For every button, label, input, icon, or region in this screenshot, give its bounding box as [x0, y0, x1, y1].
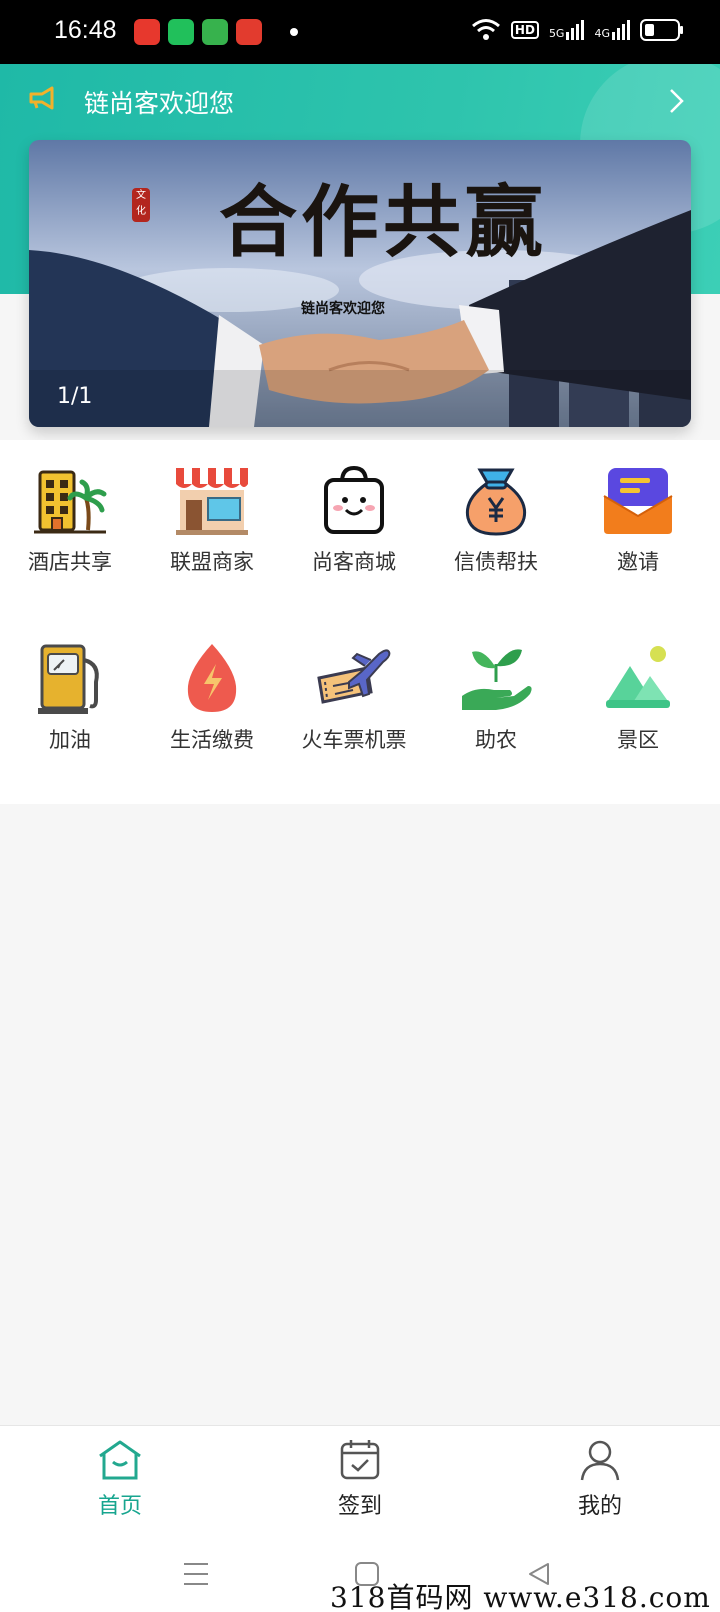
shopping-bag-icon [324, 465, 384, 534]
ticket-plane-icon [317, 649, 391, 704]
menu-label: 酒店共享 [28, 550, 112, 574]
notice-bar[interactable]: 链尚客欢迎您 [0, 64, 720, 136]
signal-5g: 5G [549, 20, 585, 40]
phone-app-icon [168, 19, 194, 45]
signal-4g: 4G [594, 20, 630, 40]
banner-seal: 文化 [132, 188, 150, 222]
banner-page-counter: 1/1 [57, 384, 93, 409]
menu-icon[interactable] [182, 1561, 210, 1587]
menu-label: 联盟商家 [170, 550, 254, 574]
tab-label: 首页 [97, 1494, 142, 1519]
calendar-check-icon [340, 1440, 380, 1480]
promo-banner[interactable]: 文化 合作共赢 链尚客欢迎您 1/1 [29, 140, 691, 427]
category-menu: 酒店共享 联盟商家 尚客商城 信债帮扶 邀请 加油 生活缴费 火车票机票 助农 … [0, 440, 720, 804]
menu-item-invite[interactable]: 邀请 [568, 460, 708, 610]
menu-label: 信债帮扶 [454, 550, 538, 574]
money-bag-icon [465, 468, 527, 536]
wifi-icon [471, 19, 500, 40]
menu-item-hotel[interactable]: 酒店共享 [0, 460, 140, 610]
menu-label: 加油 [49, 728, 91, 752]
store-icon [176, 468, 248, 535]
menu-item-agriculture[interactable]: 助农 [426, 638, 566, 788]
menu-item-scenic[interactable]: 景区 [568, 638, 708, 788]
status-indicators: HD 5G 4G [471, 18, 684, 42]
user-icon [580, 1440, 620, 1481]
bottom-tab-bar: 首页 签到 我的 [0, 1425, 720, 1543]
menu-item-mall[interactable]: 尚客商城 [284, 460, 424, 610]
invite-icon [603, 468, 673, 534]
watermark-text: 318首码网 www.e318.com [330, 1581, 711, 1612]
hotel-icon [34, 470, 107, 534]
status-bar: 16:48 HD 5G 4G [0, 0, 720, 64]
tab-label: 我的 [577, 1494, 622, 1519]
battery-icon [640, 19, 683, 41]
home-icon [99, 1440, 141, 1480]
menu-item-fuel[interactable]: 加油 [0, 638, 140, 788]
chevron-right-icon[interactable] [668, 88, 684, 114]
menu-item-store[interactable]: 联盟商家 [142, 460, 282, 610]
menu-label: 邀请 [617, 550, 659, 574]
banner-title: 合作共赢 [219, 177, 548, 268]
hd-badge: HD [510, 21, 539, 39]
message-app-icon [202, 19, 228, 45]
notice-text: 链尚客欢迎您 [84, 89, 235, 118]
status-app-icons [134, 19, 298, 45]
fuel-pump-icon [38, 644, 99, 714]
menu-label: 生活缴费 [170, 728, 254, 752]
shopping-app-icon [236, 19, 262, 45]
menu-label: 景区 [617, 728, 659, 752]
megaphone-icon [29, 86, 54, 110]
menu-item-tickets[interactable]: 火车票机票 [284, 638, 424, 788]
notification-dot-icon [290, 28, 298, 36]
plant-hand-icon [462, 649, 532, 710]
banner-subtitle: 链尚客欢迎您 [301, 301, 385, 317]
tab-label: 签到 [337, 1494, 382, 1519]
bill-pay-icon [187, 644, 237, 712]
news-app-icon [134, 19, 160, 45]
menu-label: 尚客商城 [312, 550, 396, 574]
tab-home[interactable]: 首页 [60, 1438, 180, 1520]
menu-label: 火车票机票 [301, 728, 407, 752]
scenery-icon [606, 646, 670, 708]
menu-item-credit-help[interactable]: 信债帮扶 [426, 460, 566, 610]
tab-profile[interactable]: 我的 [540, 1438, 660, 1520]
status-time: 16:48 [54, 16, 117, 44]
tab-checkin[interactable]: 签到 [300, 1438, 420, 1520]
menu-item-bill-pay[interactable]: 生活缴费 [142, 638, 282, 788]
menu-label: 助农 [475, 728, 517, 752]
